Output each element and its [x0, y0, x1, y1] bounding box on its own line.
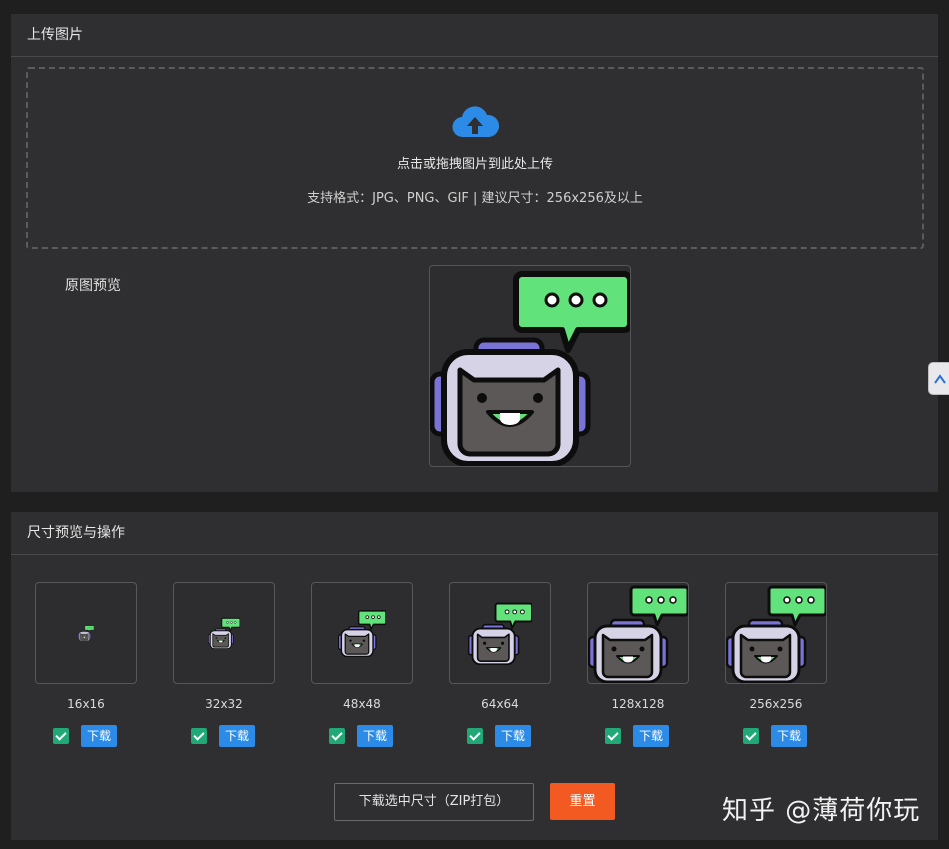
size-card-64: 64x64 下载	[449, 582, 551, 747]
scroll-top-button[interactable]	[928, 362, 949, 395]
size-label: 64x64	[481, 697, 519, 711]
size-label: 128x128	[611, 697, 665, 711]
download-button[interactable]: 下载	[81, 725, 117, 747]
upload-panel: 上传图片 点击或拖拽图片到此处上传 支持格式：JPG、PNG、GIF | 建议尺…	[11, 14, 938, 492]
size-card-16: 16x16 下载	[35, 582, 137, 747]
original-preview-label: 原图预览	[65, 278, 121, 294]
download-button[interactable]: 下载	[495, 725, 531, 747]
size-card-256: 256x256 下载	[725, 582, 827, 747]
cloud-upload-icon	[452, 106, 499, 138]
size-card-32: 32x32 下载	[173, 582, 275, 747]
download-button[interactable]: 下载	[633, 725, 669, 747]
size-card-48: 48x48 下载	[311, 582, 413, 747]
size-label: 256x256	[749, 697, 803, 711]
size-label: 48x48	[343, 697, 381, 711]
dropzone-hint: 支持格式：JPG、PNG、GIF | 建议尺寸：256x256及以上	[307, 191, 643, 206]
size-thumb	[173, 582, 275, 684]
size-checkbox[interactable]	[191, 728, 207, 744]
size-checkbox[interactable]	[329, 728, 345, 744]
size-checkbox[interactable]	[467, 728, 483, 744]
download-button[interactable]: 下载	[219, 725, 255, 747]
size-label: 32x32	[205, 697, 243, 711]
size-checkbox[interactable]	[53, 728, 69, 744]
download-button[interactable]: 下载	[771, 725, 807, 747]
upload-panel-title: 上传图片	[11, 14, 938, 57]
watermark: 知乎 @薄荷你玩	[722, 796, 921, 826]
size-checkbox[interactable]	[605, 728, 621, 744]
size-label: 16x16	[67, 697, 105, 711]
upload-dropzone[interactable]: 点击或拖拽图片到此处上传 支持格式：JPG、PNG、GIF | 建议尺寸：256…	[26, 67, 924, 249]
size-thumb	[311, 582, 413, 684]
download-button[interactable]: 下载	[357, 725, 393, 747]
size-thumb	[587, 582, 689, 684]
size-thumb	[35, 582, 137, 684]
size-thumb	[449, 582, 551, 684]
reset-button[interactable]: 重置	[550, 783, 615, 820]
download-zip-button[interactable]: 下载选中尺寸（ZIP打包）	[334, 783, 534, 821]
dropzone-title: 点击或拖拽图片到此处上传	[396, 157, 553, 172]
size-card-128: 128x128 下载	[587, 582, 689, 747]
sizes-panel-title: 尺寸预览与操作	[11, 512, 938, 555]
size-checkbox[interactable]	[743, 728, 759, 744]
original-preview-image	[429, 265, 631, 467]
size-thumb	[725, 582, 827, 684]
chevron-up-icon	[934, 373, 946, 384]
